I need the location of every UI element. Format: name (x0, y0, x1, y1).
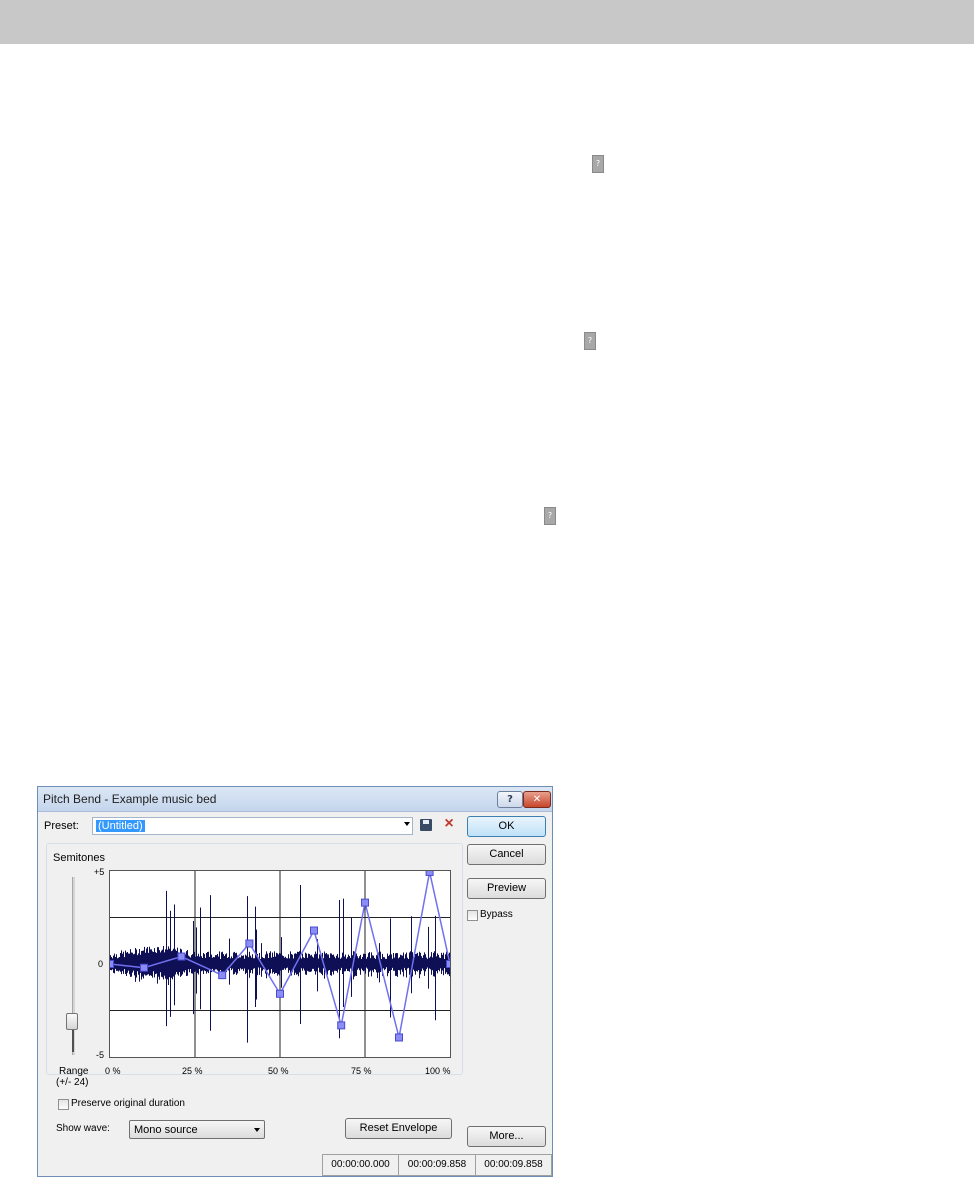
range-slider-thumb[interactable] (66, 1013, 78, 1030)
y-tick-label: 0 (98, 959, 104, 969)
envelope-point[interactable] (310, 926, 318, 935)
envelope-chart-svg[interactable] (106, 867, 454, 1057)
show-wave-label: Show wave: (56, 1123, 110, 1134)
reset-envelope-button[interactable]: Reset Envelope (345, 1118, 452, 1139)
more-button[interactable]: More... (467, 1126, 546, 1147)
envelope-point[interactable] (337, 1021, 346, 1030)
envelope-point[interactable] (446, 960, 454, 968)
y-tick-label: -5 (96, 1050, 105, 1060)
preset-value[interactable]: (Untitled) (96, 820, 145, 832)
x-tick-label: 100 % (425, 1066, 451, 1076)
preset-label: Preset: (44, 820, 79, 832)
chevron-down-icon[interactable] (404, 822, 410, 826)
preserve-duration-checkbox[interactable] (58, 1099, 69, 1110)
dialog-title: Pitch Bend - Example music bed (43, 792, 217, 806)
ok-button[interactable]: OK (467, 816, 546, 837)
cancel-button[interactable]: Cancel (467, 844, 546, 865)
status-start-time: 00:00:00.000 (322, 1154, 398, 1176)
status-length: 00:00:09.858 (475, 1154, 552, 1176)
x-tick-label: 50 % (268, 1066, 289, 1076)
range-slider-stem (72, 1030, 74, 1052)
dialog-titlebar: Pitch Bend - Example music bed ? ✕ (38, 787, 552, 812)
bypass-label[interactable]: Bypass (480, 909, 513, 920)
help-marker-icon[interactable]: ? (584, 332, 596, 350)
preserve-duration-label[interactable]: Preserve original duration (71, 1098, 185, 1109)
envelope-point[interactable] (361, 898, 369, 907)
envelope-point[interactable] (395, 1033, 403, 1042)
range-label: Range (59, 1066, 89, 1077)
envelope-point[interactable] (276, 989, 284, 998)
delete-preset-icon[interactable]: × (442, 815, 456, 833)
close-button[interactable]: ✕ (523, 791, 551, 808)
x-tick-label: 75 % (351, 1066, 372, 1076)
envelope-point[interactable] (106, 960, 114, 968)
preset-combobox[interactable]: (Untitled) (92, 817, 413, 835)
help-button[interactable]: ? (497, 791, 523, 808)
x-tick-label: 25 % (182, 1066, 203, 1076)
y-tick-label: +5 (94, 867, 105, 877)
x-tick-label: 0 % (105, 1066, 121, 1076)
status-end-time: 00:00:09.858 (398, 1154, 475, 1176)
range-value: (+/- 24) (56, 1077, 89, 1088)
help-marker-icon[interactable]: ? (592, 155, 604, 173)
preview-button[interactable]: Preview (467, 878, 546, 899)
semitones-label: Semitones (53, 852, 105, 864)
top-toolbar-strip (0, 0, 974, 44)
show-wave-select[interactable]: Mono source (129, 1120, 265, 1139)
save-preset-icon[interactable] (420, 819, 432, 831)
pitch-bend-dialog: Pitch Bend - Example music bed ? ✕ Prese… (37, 786, 553, 1177)
envelope-point[interactable] (218, 971, 227, 980)
envelope-point[interactable] (140, 963, 148, 972)
envelope-point[interactable] (245, 939, 254, 948)
show-wave-value[interactable]: Mono source (134, 1124, 198, 1136)
bypass-checkbox[interactable] (467, 910, 478, 921)
envelope-point[interactable] (177, 952, 186, 961)
chevron-down-icon[interactable] (254, 1128, 260, 1132)
help-marker-icon[interactable]: ? (544, 507, 556, 525)
envelope-point[interactable] (425, 867, 434, 876)
pitch-envelope-plot[interactable] (106, 867, 454, 1058)
